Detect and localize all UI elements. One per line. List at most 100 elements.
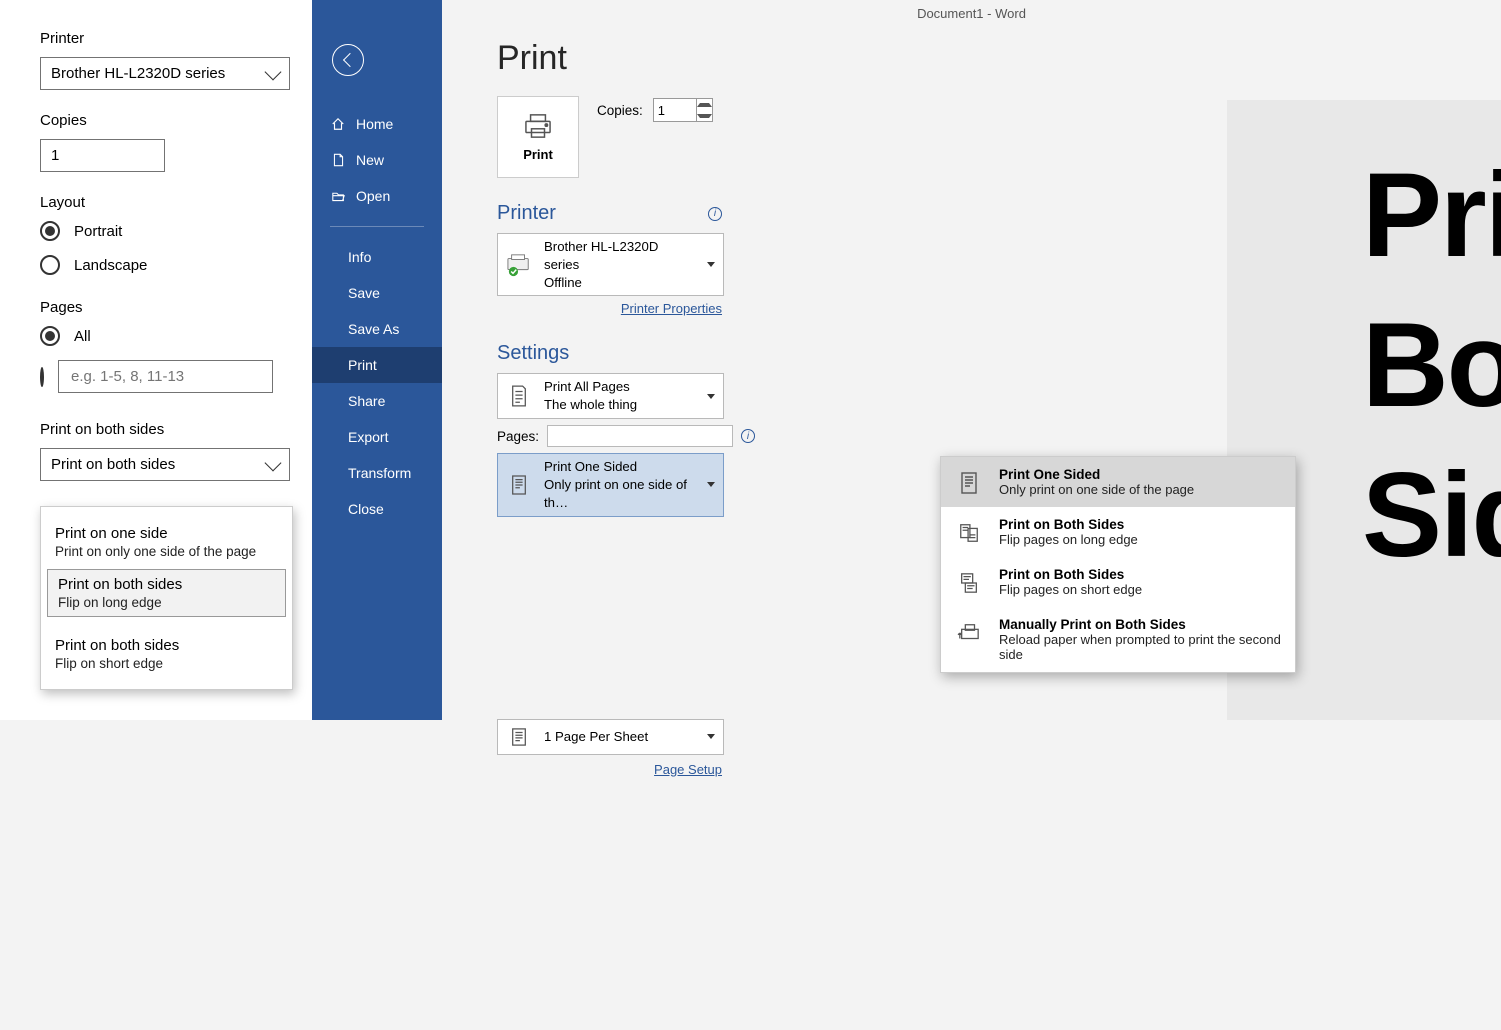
spinner-down[interactable] (697, 110, 712, 121)
landscape-label: Landscape (74, 257, 147, 274)
menu-item-title: Print on Both Sides (999, 567, 1142, 582)
nav-share[interactable]: Share (312, 383, 442, 419)
page-grid-icon (504, 724, 534, 750)
info-icon[interactable]: i (741, 429, 755, 443)
spinner-up[interactable] (697, 99, 712, 110)
main-area: Document1 - Word Print Print Copies: Pri… (442, 0, 1501, 720)
window-title: Document1 - Word (442, 0, 1501, 27)
menu-item-title: Print One Sided (999, 467, 1194, 482)
nav-save-as[interactable]: Save As (312, 311, 442, 347)
print-range-dropdown[interactable]: Print All Pages The whole thing (497, 373, 724, 419)
layout-label: Layout (40, 194, 272, 211)
nav-open[interactable]: Open (312, 178, 442, 214)
nav-divider (330, 226, 424, 227)
radio-portrait[interactable]: Portrait (40, 221, 272, 241)
dropdown-title: 1 Page Per Sheet (544, 728, 697, 746)
nav-label: Home (356, 116, 393, 132)
duplex-option-long-edge[interactable]: Print on both sides Flip on long edge (47, 569, 286, 617)
copies-input[interactable] (40, 139, 165, 172)
printer-select[interactable]: Brother HL-L2320D series (40, 57, 290, 90)
nav-print[interactable]: Print (312, 347, 442, 383)
printer-icon (523, 113, 553, 139)
page-heading: Print (497, 39, 1501, 78)
home-icon (330, 116, 346, 132)
flip-long-edge-icon (955, 519, 983, 547)
duplex-menu-manual[interactable]: Manually Print on Both Sides Reload pape… (941, 607, 1295, 672)
printer-label: Printer (40, 30, 272, 47)
menu-item-subtitle: Only print on one side of the page (999, 482, 1194, 497)
nav-label: Save As (348, 321, 399, 337)
printer-select-value: Brother HL-L2320D series (51, 65, 225, 82)
radio-all-pages[interactable]: All (40, 326, 272, 346)
printer-status: Offline (544, 274, 697, 292)
flip-short-edge-icon (955, 569, 983, 597)
nav-new[interactable]: New (312, 142, 442, 178)
nav-close[interactable]: Close (312, 491, 442, 527)
option-title: Print on one side (55, 525, 278, 542)
duplex-menu-one-sided[interactable]: Print One Sided Only print on one side o… (941, 457, 1295, 507)
nav-transform[interactable]: Transform (312, 455, 442, 491)
duplex-option-one-side[interactable]: Print on one side Print on only one side… (41, 519, 292, 565)
copies-label: Copies: (597, 103, 643, 118)
duplex-option-short-edge[interactable]: Print on both sides Flip on short edge (41, 631, 292, 677)
printer-section-heading: Printer i (497, 202, 722, 225)
caret-down-icon (707, 482, 715, 487)
pages-label: Pages: (497, 429, 539, 444)
dropdown-subtitle: The whole thing (544, 396, 697, 414)
document-icon (330, 152, 346, 168)
pages-per-sheet-dropdown[interactable]: 1 Page Per Sheet (497, 719, 724, 755)
radio-landscape[interactable]: Landscape (40, 255, 272, 275)
nav-export[interactable]: Export (312, 419, 442, 455)
duplex-menu-short-edge[interactable]: Print on Both Sides Flip pages on short … (941, 557, 1295, 607)
back-arrow-icon (342, 53, 356, 67)
dropdown-title: Print All Pages (544, 378, 697, 396)
left-print-panel: Printer Brother HL-L2320D series Copies … (0, 0, 312, 720)
menu-item-subtitle: Flip pages on short edge (999, 582, 1142, 597)
duplex-dropdown[interactable]: Print One Sided Only print on one side o… (497, 453, 724, 516)
copies-value-input[interactable] (654, 99, 696, 121)
option-title: Print on both sides (55, 637, 278, 654)
preview-content-text: PrintBothSides (1362, 140, 1501, 590)
pages-input[interactable] (547, 425, 733, 447)
nav-label: New (356, 152, 384, 168)
back-button[interactable] (332, 44, 364, 76)
menu-item-title: Manually Print on Both Sides (999, 617, 1281, 632)
nav-label: Open (356, 188, 390, 204)
page-setup-link[interactable]: Page Setup (654, 762, 722, 777)
caret-down-icon (707, 734, 715, 739)
info-icon[interactable]: i (708, 207, 722, 221)
caret-down-icon (707, 262, 715, 267)
caret-down-icon (697, 114, 712, 118)
nav-label: Share (348, 393, 385, 409)
nav-label: Info (348, 249, 371, 265)
duplex-select-value: Print on both sides (51, 456, 175, 473)
option-subtitle: Flip on short edge (55, 656, 278, 671)
option-subtitle: Print on only one side of the page (55, 544, 278, 559)
pages-range-input[interactable] (58, 360, 273, 393)
duplex-select[interactable]: Print on both sides (40, 448, 290, 481)
nav-label: Save (348, 285, 380, 301)
dropdown-subtitle: Only print on one side of th… (544, 476, 697, 512)
caret-down-icon (707, 394, 715, 399)
print-button[interactable]: Print (497, 96, 579, 178)
nav-info[interactable]: Info (312, 239, 442, 275)
radio-icon (40, 326, 60, 346)
duplex-menu-long-edge[interactable]: Print on Both Sides Flip pages on long e… (941, 507, 1295, 557)
portrait-label: Portrait (74, 223, 122, 240)
all-label: All (74, 328, 91, 345)
copies-spinner[interactable] (653, 98, 713, 122)
print-button-label: Print (523, 147, 553, 162)
nav-home[interactable]: Home (312, 106, 442, 142)
printer-properties-link[interactable]: Printer Properties (621, 301, 722, 316)
radio-custom-pages[interactable] (40, 360, 272, 393)
duplex-menu: Print One Sided Only print on one side o… (940, 456, 1296, 673)
nav-label: Close (348, 501, 384, 517)
printer-dropdown[interactable]: Brother HL-L2320D series Offline (497, 233, 724, 296)
chevron-down-icon (265, 454, 282, 471)
caret-up-icon (697, 103, 712, 107)
option-title: Print on both sides (58, 576, 275, 593)
option-subtitle: Flip on long edge (58, 595, 275, 610)
nav-save[interactable]: Save (312, 275, 442, 311)
chevron-down-icon (265, 63, 282, 80)
folder-open-icon (330, 188, 346, 204)
